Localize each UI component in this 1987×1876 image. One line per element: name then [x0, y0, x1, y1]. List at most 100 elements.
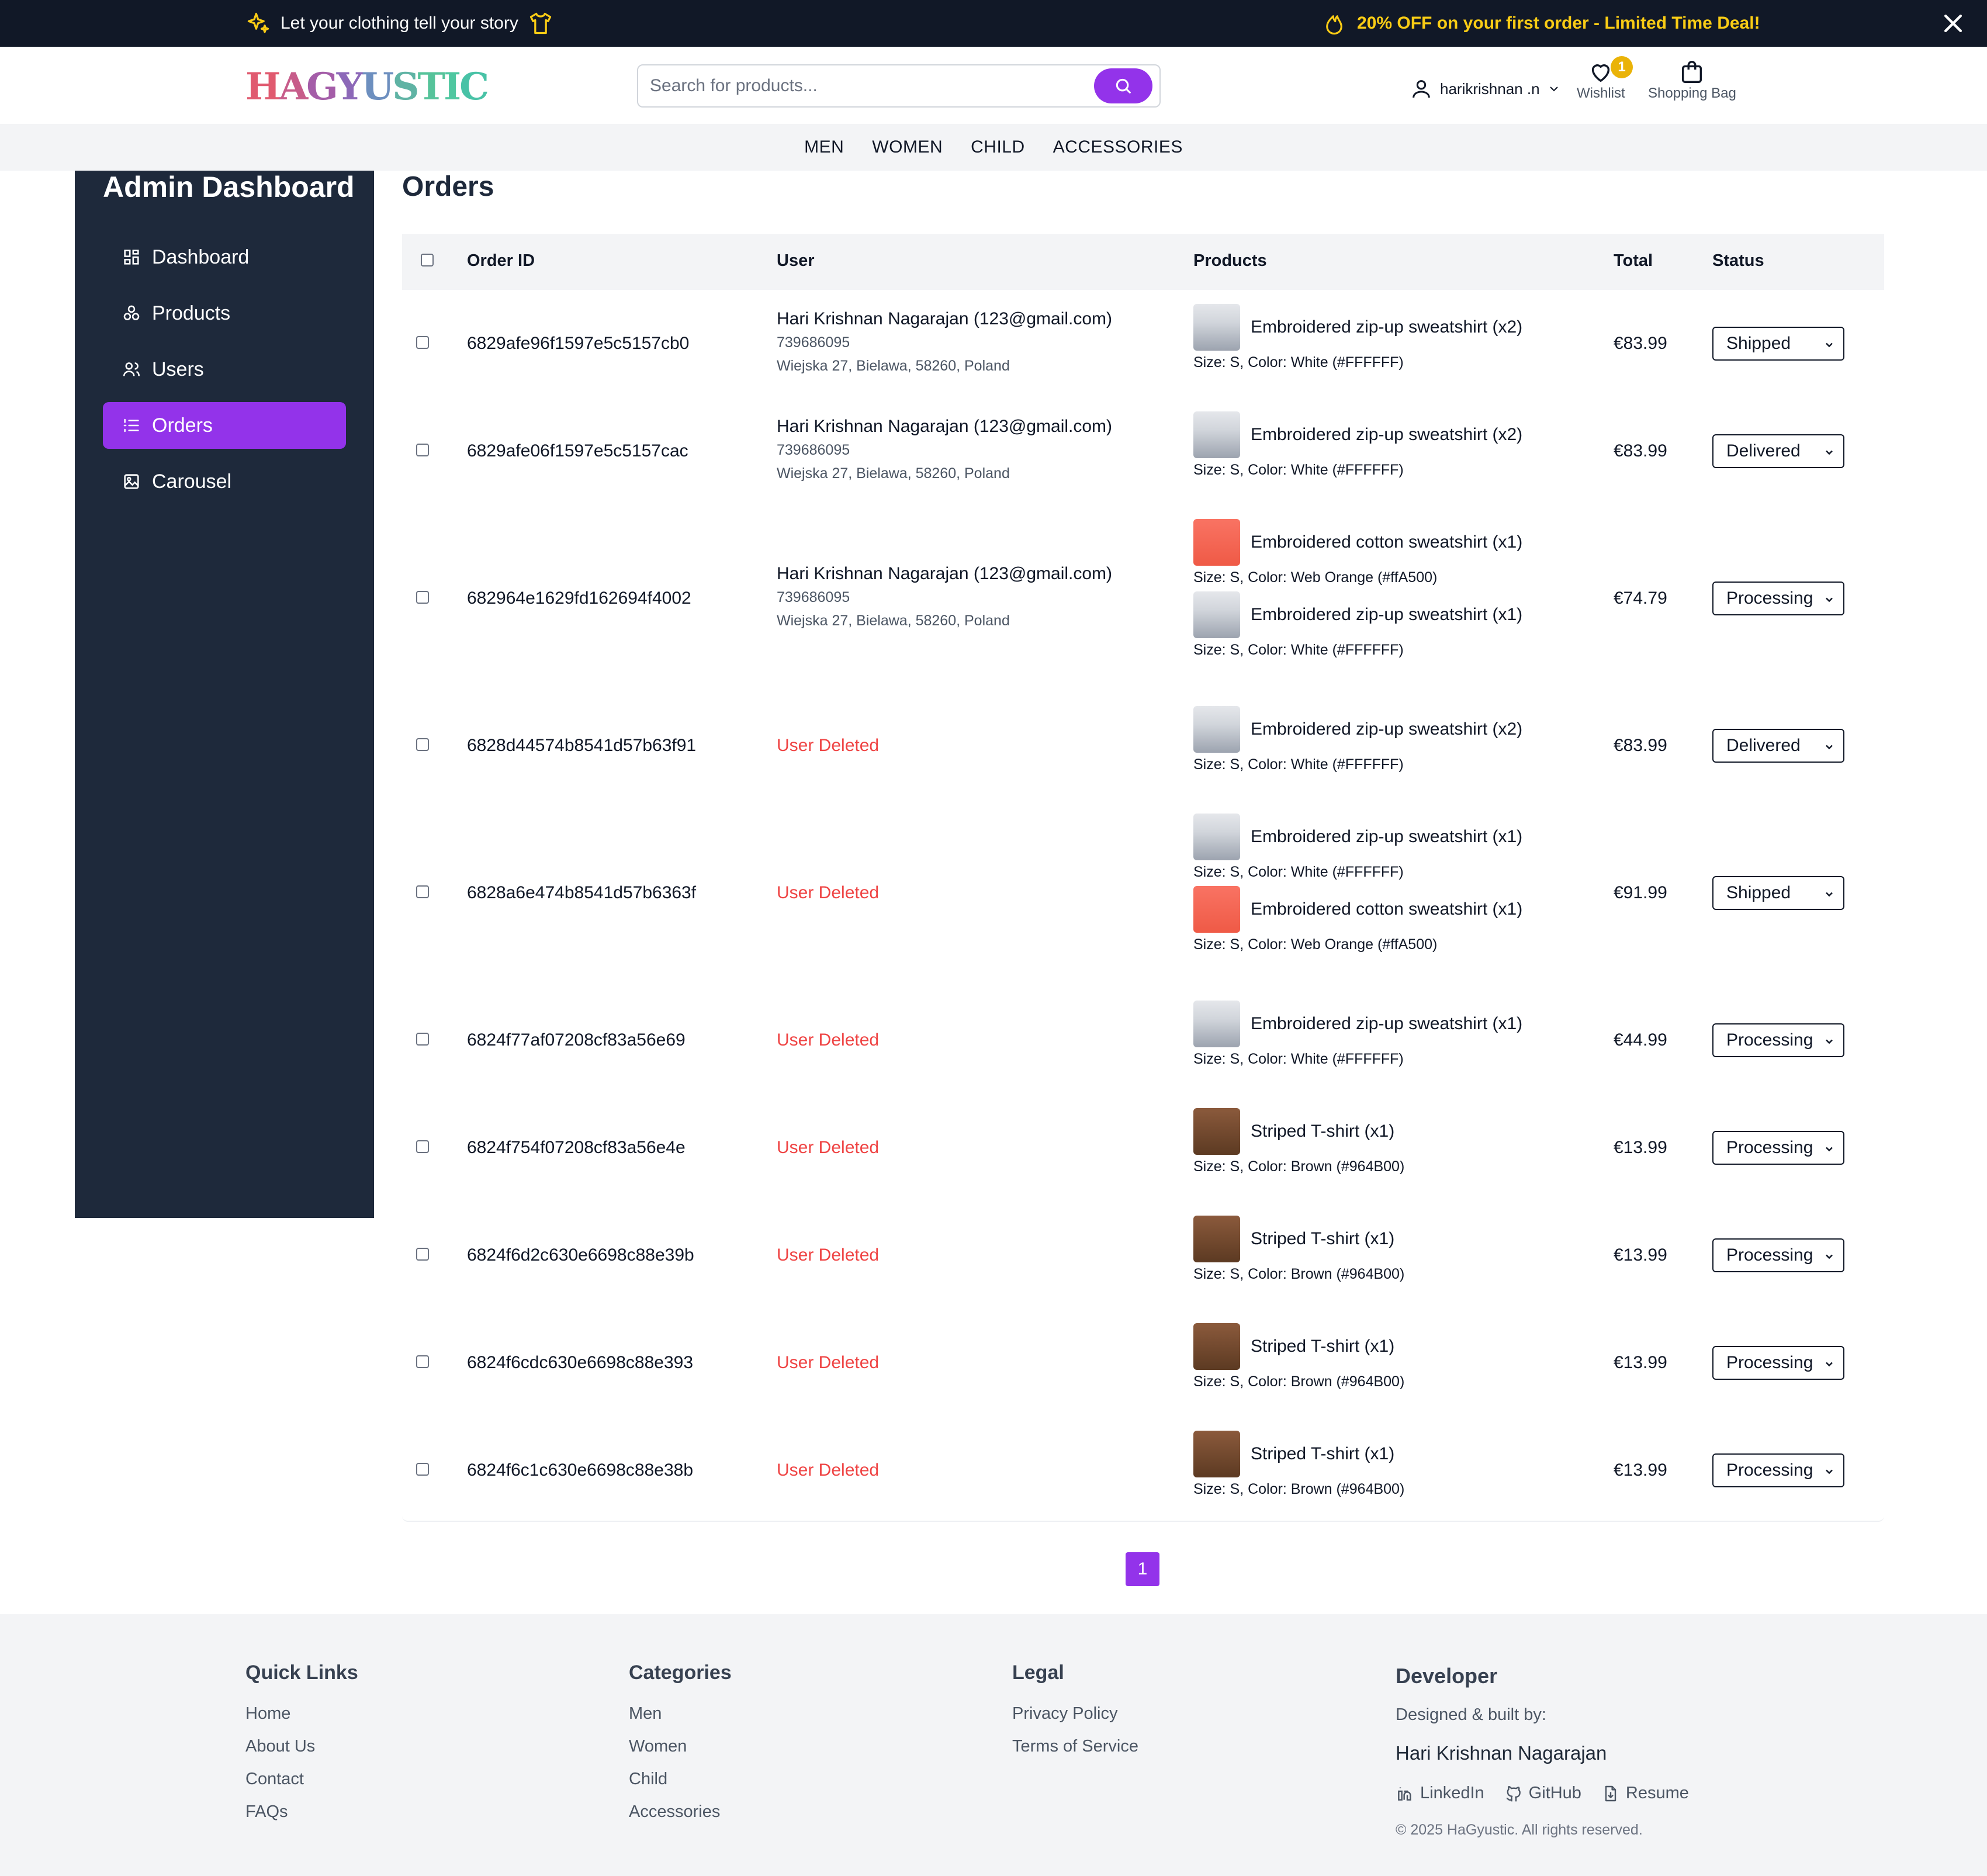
status-select[interactable]: Shipped [1712, 327, 1844, 361]
heart-icon [1592, 64, 1610, 82]
product-name: Striped T-shirt (x1) [1251, 1122, 1395, 1141]
chevron-down-icon [1826, 597, 1833, 603]
tshirt-icon [529, 12, 552, 34]
search-button[interactable] [1094, 68, 1152, 103]
row-checkbox[interactable] [416, 885, 429, 898]
user-deleted-label: User Deleted [777, 736, 880, 755]
github-link[interactable]: GitHub [1504, 1784, 1581, 1803]
nav-item-women[interactable]: WOMEN [872, 137, 943, 157]
product-name: Embroidered zip-up sweatshirt (x1) [1251, 827, 1523, 846]
select-all-checkbox[interactable] [421, 254, 434, 266]
product-name: Striped T-shirt (x1) [1251, 1337, 1395, 1356]
row-checkbox[interactable] [416, 1033, 429, 1046]
order-products: Embroidered zip-up sweatshirt (x2) Size: … [1193, 411, 1556, 484]
footer-heading: Developer [1396, 1664, 1498, 1688]
column-header: Status [1712, 251, 1764, 270]
status-select[interactable]: Processing [1712, 1131, 1844, 1165]
search-input[interactable] [650, 71, 1082, 101]
footer-link[interactable]: FAQs [245, 1795, 358, 1828]
close-icon[interactable] [1940, 11, 1966, 36]
footer-link[interactable]: Contact [245, 1763, 358, 1795]
product-name: Striped T-shirt (x1) [1251, 1444, 1395, 1463]
chevron-down-icon [1826, 892, 1833, 897]
product-variant: Size: S, Color: Web Orange (#ffA500) [1193, 569, 1438, 586]
footer-link[interactable]: About Us [245, 1730, 358, 1763]
status-select[interactable]: Processing [1712, 1453, 1844, 1487]
status-select[interactable]: Delivered [1712, 729, 1844, 763]
wishlist-count-badge: 1 [1611, 56, 1633, 78]
sidebar-item-orders[interactable]: Orders [103, 402, 346, 449]
product-item: Embroidered zip-up sweatshirt (x2) [1193, 706, 1556, 753]
chevron-down-icon [1826, 745, 1833, 750]
product-name: Embroidered cotton sweatshirt (x1) [1251, 532, 1523, 552]
table-row: 6829afe06f1597e5c5157cac Hari Krishnan Na… [402, 397, 1884, 505]
footer-link[interactable]: Women [629, 1730, 732, 1763]
order-id: 6828a6e474b8541d57b6363f [467, 883, 697, 902]
pagination-page-1[interactable]: 1 [1126, 1552, 1159, 1586]
footer-link[interactable]: Accessories [629, 1795, 732, 1828]
order-total: €13.99 [1614, 1460, 1667, 1480]
footer-link[interactable]: Privacy Policy [1012, 1697, 1138, 1730]
footer-link[interactable]: Men [629, 1697, 732, 1730]
order-id: 6824f754f07208cf83a56e4e [467, 1138, 686, 1157]
row-checkbox[interactable] [416, 444, 429, 456]
chevron-down-icon [1826, 450, 1833, 455]
product-name: Embroidered zip-up sweatshirt (x2) [1251, 719, 1523, 739]
row-checkbox[interactable] [416, 738, 429, 751]
order-id: 6829afe06f1597e5c5157cac [467, 441, 688, 461]
linkedin-label: LinkedIn [1420, 1784, 1484, 1802]
order-user: Hari Krishnan Nagarajan (123@gmail.com) 7… [777, 307, 1112, 378]
row-checkbox[interactable] [416, 1248, 429, 1261]
product-thumbnail [1193, 706, 1240, 753]
nav-item-child[interactable]: CHILD [971, 137, 1025, 157]
sidebar-item-label: Products [152, 302, 231, 324]
product-name: Striped T-shirt (x1) [1251, 1229, 1395, 1248]
chevron-down-icon [1826, 342, 1833, 348]
row-checkbox[interactable] [416, 1140, 429, 1153]
order-id: 6828d44574b8541d57b63f91 [467, 736, 697, 755]
user-name: Hari Krishnan Nagarajan (123@gmail.com) [777, 309, 1113, 328]
username: harikrishnan .n [1440, 79, 1540, 98]
order-total: €74.79 [1614, 589, 1667, 608]
status-value: Shipped [1726, 334, 1791, 353]
row-checkbox[interactable] [416, 1355, 429, 1368]
nav-item-men[interactable]: MEN [804, 137, 844, 157]
resume-link[interactable]: Resume [1601, 1784, 1689, 1803]
sidebar-item-dashboard[interactable]: Dashboard [103, 234, 346, 281]
status-select[interactable]: Processing [1712, 1023, 1844, 1057]
product-item: Embroidered zip-up sweatshirt (x1) [1193, 1001, 1556, 1047]
sidebar-item-carousel[interactable]: Carousel [103, 458, 346, 505]
status-select[interactable]: Processing [1712, 1238, 1844, 1272]
site-logo[interactable]: HAGYUSTIC [245, 63, 489, 110]
row-checkbox[interactable] [416, 1463, 429, 1476]
user-deleted-label: User Deleted [777, 1245, 880, 1265]
order-total: €44.99 [1614, 1030, 1667, 1050]
status-value: Processing [1726, 1030, 1813, 1050]
status-select[interactable]: Processing [1712, 1346, 1844, 1380]
order-products: Embroidered zip-up sweatshirt (x1) Size: … [1193, 1001, 1556, 1073]
product-item: Embroidered zip-up sweatshirt (x1) [1193, 591, 1556, 638]
status-select[interactable]: Delivered [1712, 434, 1844, 468]
footer-heading: Categories [629, 1662, 732, 1684]
status-select[interactable]: Processing [1712, 582, 1844, 615]
product-thumbnail [1193, 886, 1240, 933]
linkedin-link[interactable]: LinkedIn [1396, 1784, 1484, 1803]
product-name: Embroidered zip-up sweatshirt (x2) [1251, 317, 1523, 337]
shopping-bag-button[interactable]: Shopping Bag [1648, 58, 1736, 102]
row-checkbox[interactable] [416, 591, 429, 604]
product-variant: Size: S, Color: Brown (#964B00) [1193, 1373, 1405, 1390]
table-row: 6824f6c1c630e6698c88e38b User Deleted Stri… [402, 1417, 1884, 1524]
sidebar-item-users[interactable]: Users [103, 346, 346, 393]
column-header: Products [1193, 251, 1267, 270]
footer-link[interactable]: Home [245, 1697, 358, 1730]
user-menu[interactable]: harikrishnan .n [1410, 71, 1561, 106]
nav-item-accessories[interactable]: ACCESSORIES [1053, 137, 1183, 157]
sidebar-item-products[interactable]: Products [103, 290, 346, 337]
product-name: Embroidered zip-up sweatshirt (x1) [1251, 1014, 1523, 1033]
footer-link[interactable]: Child [629, 1763, 732, 1795]
order-total: €13.99 [1614, 1138, 1667, 1157]
status-select[interactable]: Shipped [1712, 876, 1844, 910]
row-checkbox[interactable] [416, 336, 429, 349]
footer-link[interactable]: Terms of Service [1012, 1730, 1138, 1763]
status-value: Processing [1726, 1245, 1813, 1265]
